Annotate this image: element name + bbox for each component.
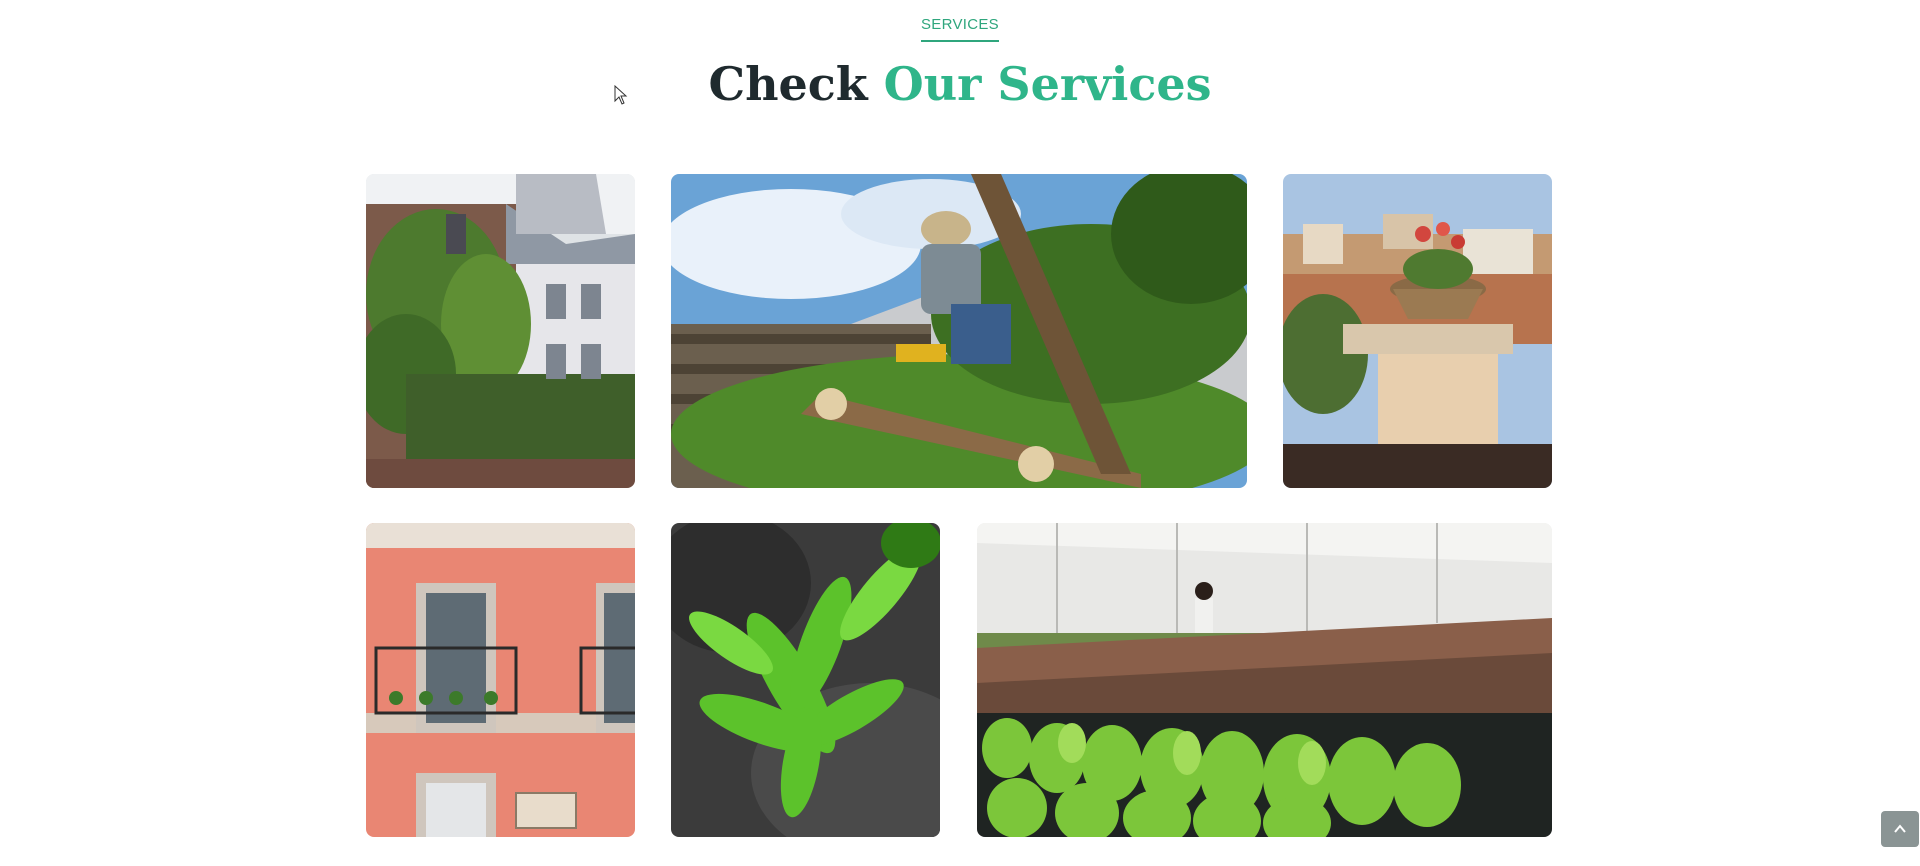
greenhouse-image <box>977 523 1552 837</box>
tree-cutting-image <box>671 174 1247 488</box>
green-leaves-image <box>671 523 940 837</box>
service-card-planter-view[interactable] <box>1283 174 1552 488</box>
section-title: Check Our Services <box>0 56 1920 112</box>
service-card-balcony-facade[interactable] <box>366 523 635 837</box>
service-card-ivy-building[interactable] <box>366 174 635 488</box>
section-title-accent: Our Services <box>883 57 1212 111</box>
ivy-building-image <box>366 174 635 488</box>
chevron-up-icon <box>1894 824 1906 833</box>
services-section-header: SERVICES Check Our Services <box>0 16 1920 112</box>
service-card-green-leaves[interactable] <box>671 523 940 837</box>
balcony-facade-image <box>366 523 635 837</box>
mouse-pointer-icon <box>614 85 628 105</box>
section-eyebrow: SERVICES <box>921 16 999 42</box>
services-page: SERVICES Check Our Services <box>0 0 1920 866</box>
scroll-to-top-button[interactable] <box>1881 811 1919 847</box>
service-card-tree-cutting[interactable] <box>671 174 1247 488</box>
section-title-plain: Check <box>708 57 884 111</box>
planter-view-image <box>1283 174 1552 488</box>
service-card-greenhouse[interactable] <box>977 523 1552 837</box>
